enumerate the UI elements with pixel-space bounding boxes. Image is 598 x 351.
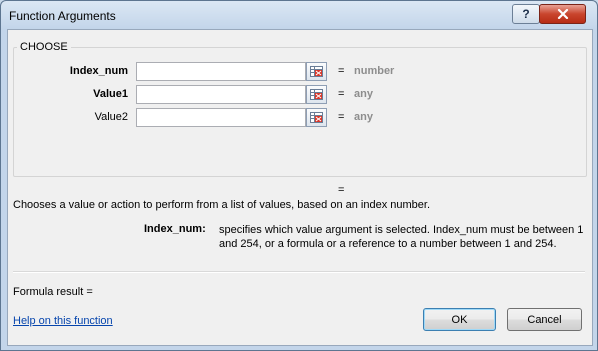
function-result-equals: = (338, 184, 345, 196)
argument-label: Value1 (93, 88, 128, 100)
value2-ref-button[interactable] (306, 108, 327, 127)
argument-help-name: Index_num: (144, 223, 206, 235)
value1-ref-button[interactable] (306, 85, 327, 104)
argument-help-text: specifies which value argument is select… (219, 224, 584, 250)
title-bar[interactable]: Function Arguments ? (1, 1, 597, 29)
argument-row-value1: Value1 = any (8, 84, 592, 105)
index-num-input[interactable] (136, 62, 306, 81)
help-on-function-link[interactable]: Help on this function (13, 315, 113, 327)
argument-result: number (354, 65, 395, 77)
collapse-dialog-icon (310, 66, 323, 77)
dialog-body: CHOOSE Index_num = number Value1 = any V… (7, 29, 593, 346)
argument-label: Index_num (69, 65, 128, 77)
divider (13, 271, 585, 273)
equals-sign: = (338, 88, 345, 100)
argument-label: Value2 (94, 111, 128, 123)
collapse-dialog-icon (310, 112, 323, 123)
value2-input[interactable] (136, 108, 306, 127)
function-description: Chooses a value or action to perform fro… (13, 199, 431, 211)
value1-input[interactable] (136, 85, 306, 104)
collapse-dialog-icon (310, 89, 323, 100)
ok-button[interactable]: OK (423, 308, 496, 331)
dialog-title: Function Arguments (9, 9, 116, 23)
argument-result: any (354, 88, 373, 100)
help-title-button[interactable]: ? (512, 4, 540, 24)
equals-sign: = (338, 111, 345, 123)
argument-result: any (354, 111, 373, 123)
cancel-button[interactable]: Cancel (507, 308, 582, 331)
function-arguments-dialog: Function Arguments ? CHOOSE Index_num = … (0, 0, 598, 351)
close-icon (557, 9, 568, 19)
argument-row-value2: Value2 = any (8, 107, 592, 128)
function-name: CHOOSE (17, 41, 71, 53)
equals-sign: = (338, 65, 345, 77)
close-button[interactable] (539, 4, 586, 24)
formula-result-label: Formula result = (13, 286, 93, 298)
argument-row-index-num: Index_num = number (8, 61, 592, 82)
index-num-ref-button[interactable] (306, 62, 327, 81)
